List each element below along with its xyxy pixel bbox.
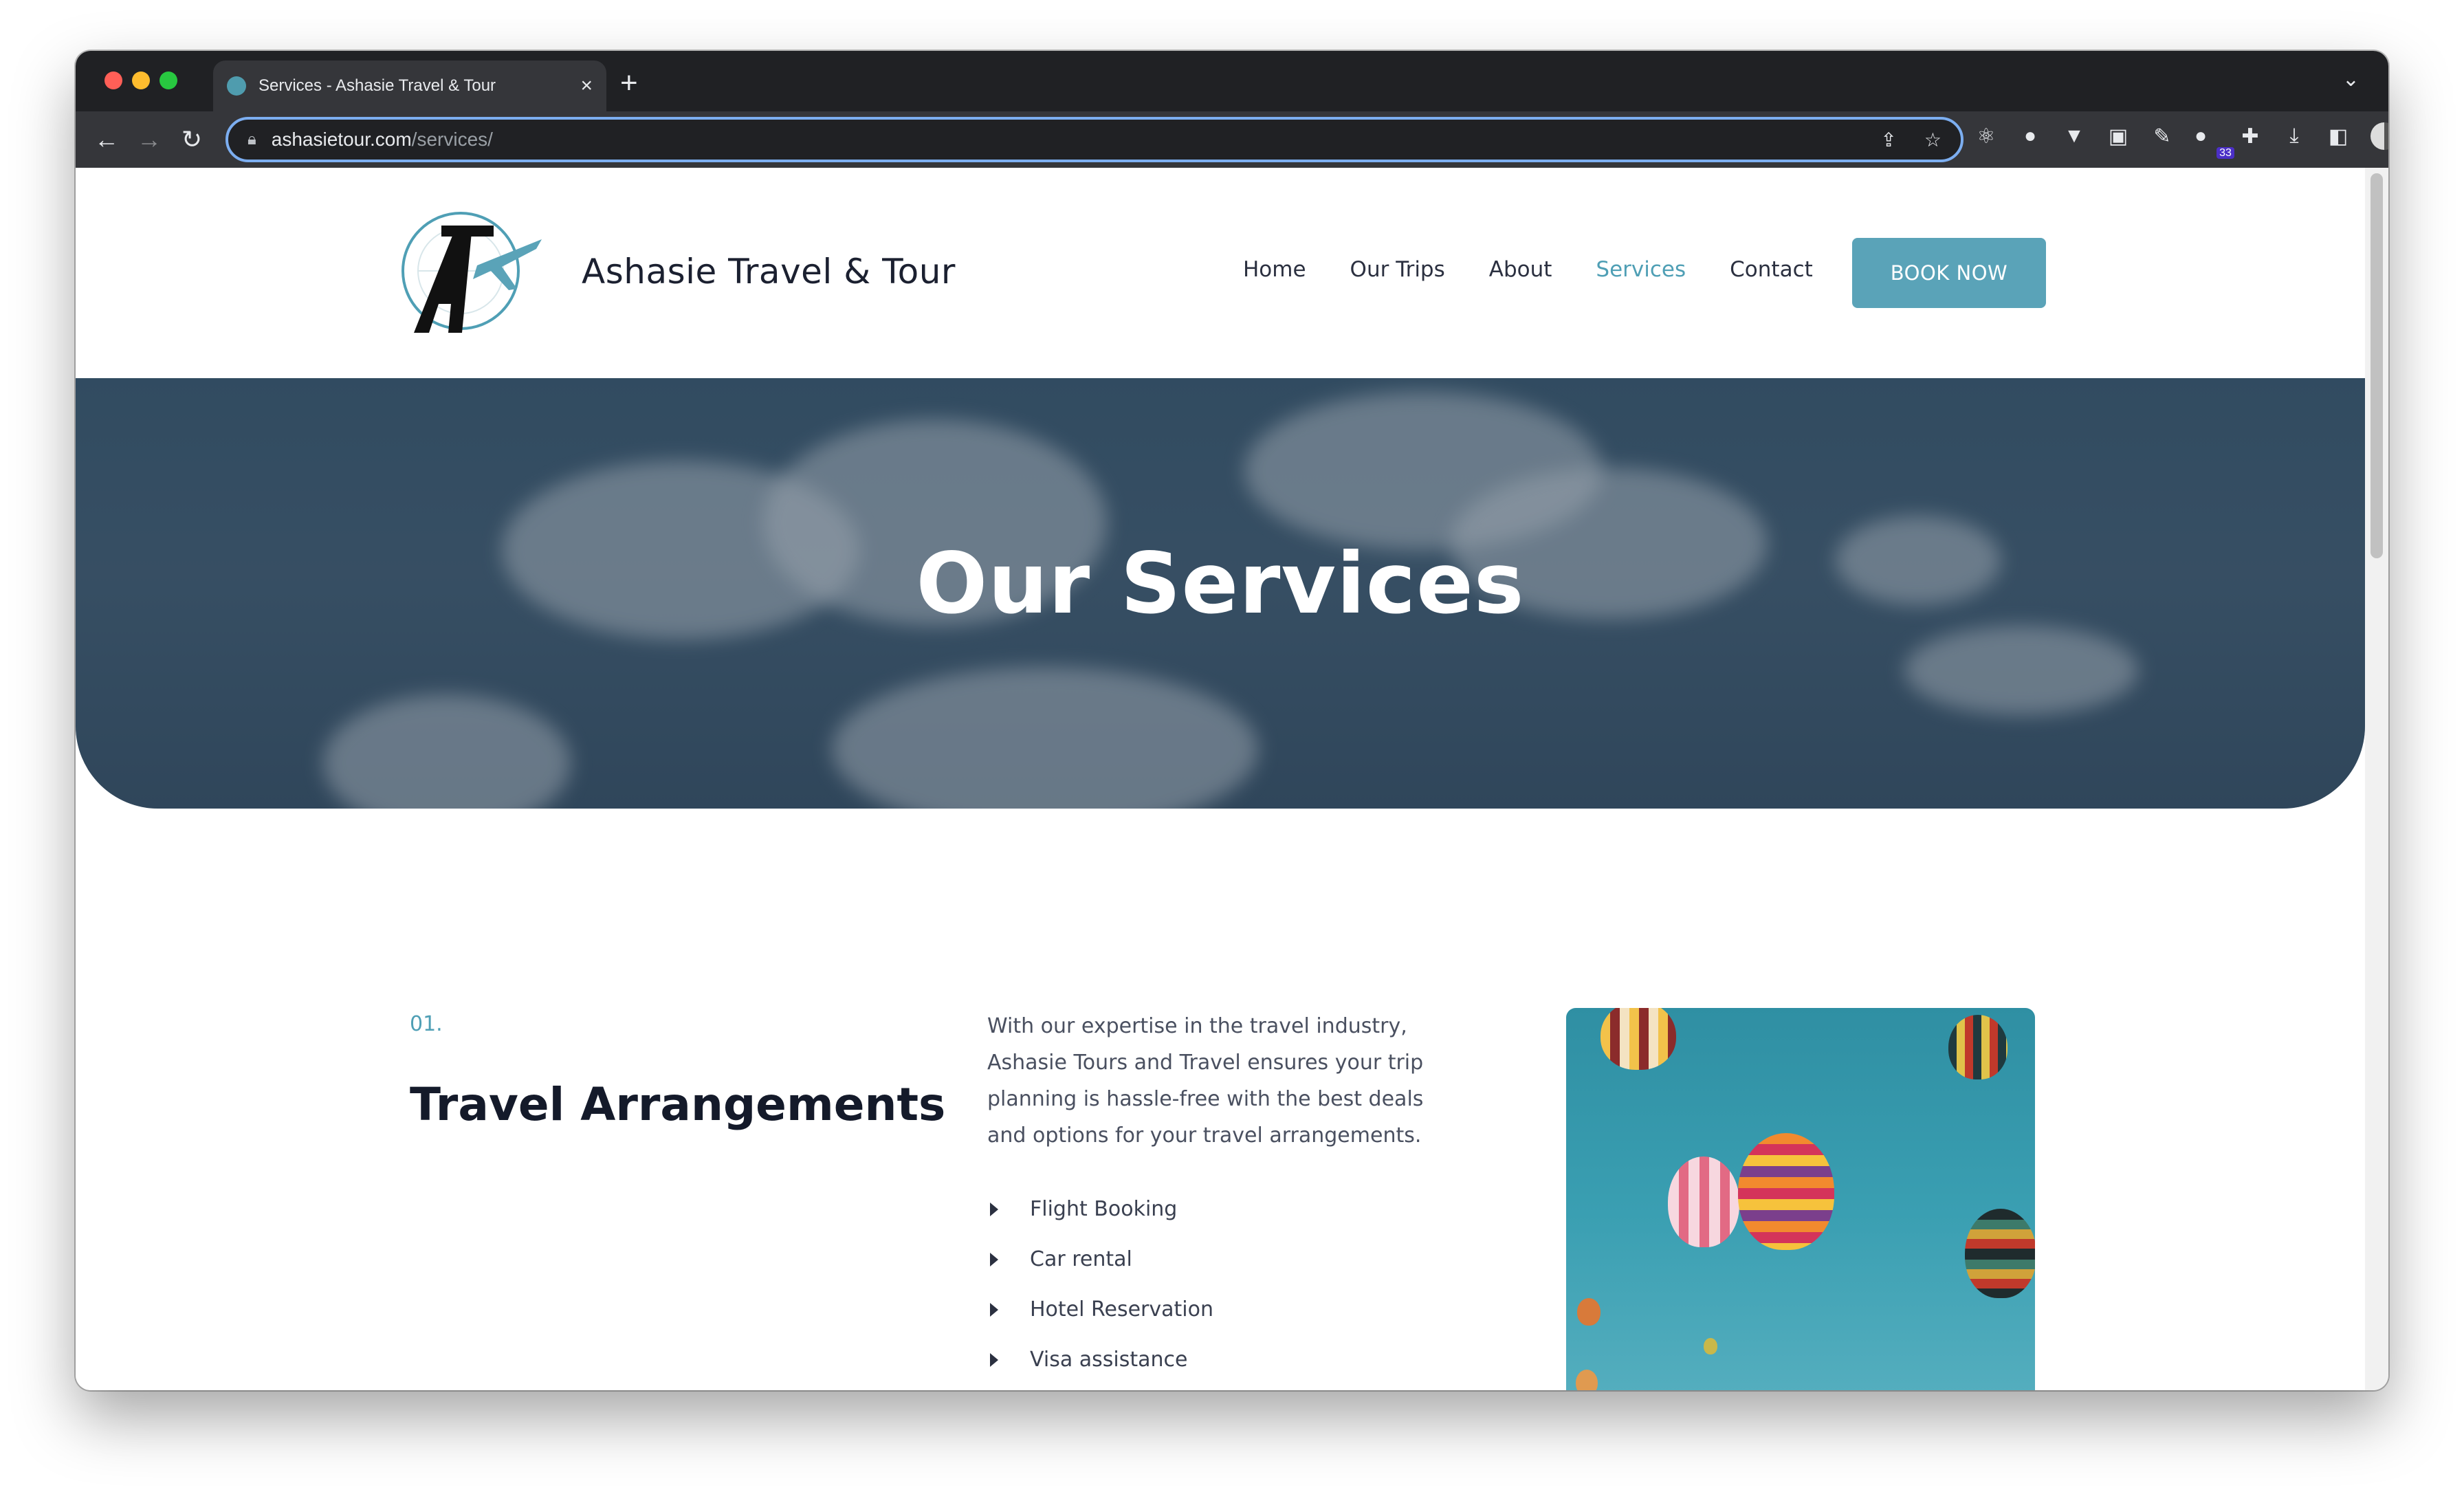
balloon-shape	[1576, 1370, 1598, 1390]
hero-banner: Our Services	[76, 378, 2365, 809]
caret-right-icon	[990, 1202, 998, 1216]
download-icon[interactable]: ⤓	[2282, 124, 2306, 148]
browser-tab[interactable]: Services - Ashasie Travel & Tour ×	[213, 61, 606, 111]
list-item-label: Flight Booking	[1030, 1197, 1178, 1221]
counter-extension-icon[interactable]: ●33	[2194, 124, 2234, 159]
caret-right-icon	[990, 1252, 998, 1266]
vue-extension-icon[interactable]: ▼	[2062, 124, 2086, 148]
list-item-label: Hotel Reservation	[1030, 1297, 1213, 1321]
balloon-shape	[1738, 1133, 1834, 1250]
balloon-shape	[1948, 1015, 2008, 1079]
color-picker-extension-icon[interactable]: ✎	[2150, 124, 2174, 149]
service-number: 01.	[410, 1012, 443, 1036]
balloon-shape	[1668, 1156, 1739, 1247]
side-panel-icon[interactable]: ◧	[2326, 124, 2350, 149]
new-tab-icon[interactable]: +	[620, 66, 638, 100]
hot-air-balloons-image	[1566, 1008, 2035, 1390]
maximize-window-button[interactable]	[160, 72, 177, 89]
scrollbar-thumb[interactable]	[2370, 173, 2383, 558]
profile-avatar[interactable]	[2370, 122, 2388, 150]
service-list: Flight Booking Car rental Hotel Reservat…	[990, 1184, 1213, 1385]
window-extension-icon[interactable]: ▣	[2106, 124, 2130, 149]
list-item: Car rental	[990, 1234, 1213, 1284]
hero-title: Our Services	[916, 535, 1525, 633]
tab-search-chevron-icon[interactable]: ⌄	[2342, 67, 2360, 91]
ashasie-logo-icon[interactable]	[400, 208, 546, 338]
close-window-button[interactable]	[104, 72, 122, 89]
service-description: With our expertise in the travel industr…	[987, 1014, 1424, 1148]
list-item: Visa assistance	[990, 1335, 1213, 1385]
minimize-window-button[interactable]	[132, 72, 150, 89]
browser-window: Services - Ashasie Travel & Tour × + ⌄ ←…	[76, 51, 2388, 1390]
site-header: Ashasie Travel & Tour Home Our Trips Abo…	[76, 168, 2365, 378]
favicon-icon	[227, 76, 246, 96]
forward-icon[interactable]: →	[128, 125, 170, 154]
extension-badge: 33	[2216, 147, 2234, 159]
list-item-label: Car rental	[1030, 1247, 1132, 1271]
title-bar: Services - Ashasie Travel & Tour × + ⌄	[76, 51, 2388, 111]
service-title: Travel Arrangements	[410, 1078, 946, 1131]
balloon-shape	[1965, 1209, 2035, 1298]
reload-icon[interactable]: ↻	[170, 125, 213, 154]
list-item: Flight Booking	[990, 1184, 1213, 1234]
page-scrollbar[interactable]	[2365, 168, 2388, 1390]
brand-name[interactable]: Ashasie Travel & Tour	[582, 252, 956, 292]
share-icon[interactable]: ⇪	[1880, 129, 1896, 151]
nav-contact[interactable]: Contact	[1730, 257, 1813, 282]
tab-title: Services - Ashasie Travel & Tour	[258, 76, 496, 95]
lock-icon[interactable]: 🔒︎	[248, 130, 256, 149]
panda-extension-icon[interactable]: ●	[2018, 124, 2042, 148]
page-viewport: Ashasie Travel & Tour Home Our Trips Abo…	[76, 168, 2365, 1390]
bookmark-star-icon[interactable]: ☆	[1924, 129, 1942, 151]
list-item-label: Visa assistance	[1030, 1348, 1188, 1372]
balloon-shape	[1600, 1008, 1676, 1070]
main-nav: Home Our Trips About Services Contact	[1243, 257, 1813, 282]
close-tab-icon[interactable]: ×	[580, 74, 593, 98]
url-path: /services/	[411, 129, 493, 150]
caret-right-icon	[990, 1352, 998, 1367]
list-item: Hotel Reservation	[990, 1284, 1213, 1335]
book-now-button[interactable]: BOOK NOW	[1852, 238, 2046, 308]
nav-services[interactable]: Services	[1596, 257, 1686, 282]
back-icon[interactable]: ←	[85, 125, 128, 154]
balloon-shape	[1577, 1298, 1600, 1326]
nav-home[interactable]: Home	[1243, 257, 1306, 282]
address-bar[interactable]: 🔒︎ ashasietour.com /services/ ⇪ ☆	[226, 117, 1964, 162]
url-host: ashasietour.com	[271, 129, 412, 150]
balloon-shape	[1704, 1338, 1717, 1354]
nav-about[interactable]: About	[1489, 257, 1552, 282]
caret-right-icon	[990, 1302, 998, 1317]
react-devtools-extension-icon[interactable]: ⚛	[1974, 124, 1998, 149]
nav-our-trips[interactable]: Our Trips	[1350, 257, 1445, 282]
browser-toolbar: ← → ↻ 🔒︎ ashasietour.com /services/ ⇪ ☆ …	[76, 111, 2388, 168]
extensions-puzzle-icon[interactable]: ✚	[2238, 124, 2262, 149]
